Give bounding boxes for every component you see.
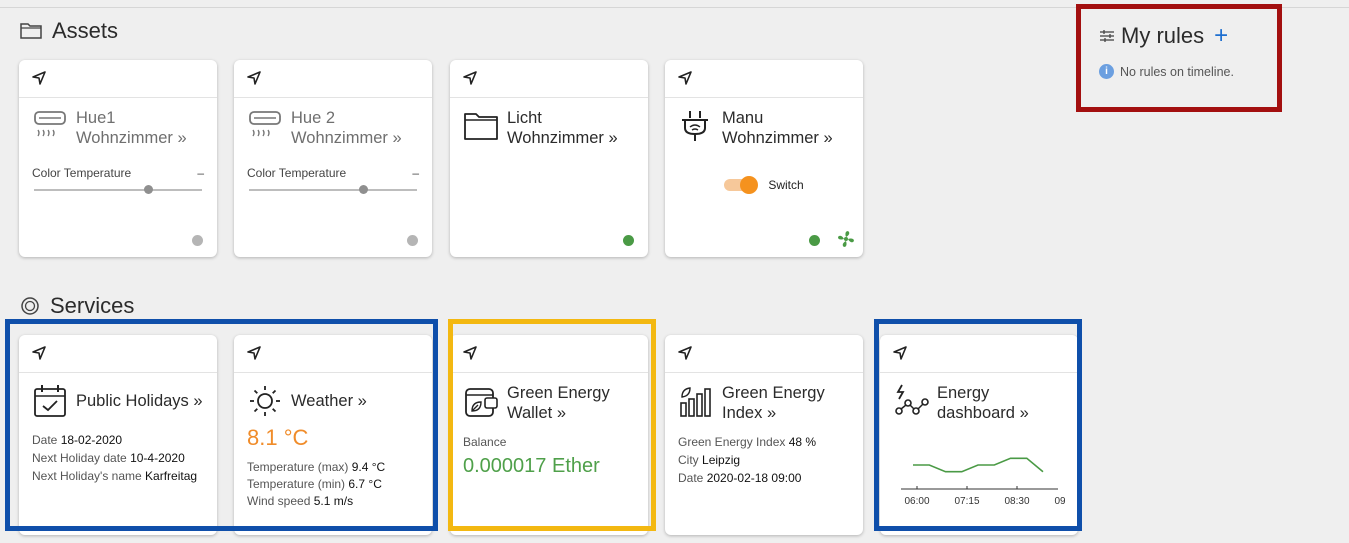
- info-outline-icon: [21, 297, 39, 315]
- control-value: –: [197, 166, 204, 180]
- asset-title[interactable]: Hue1 Wohnzimmer »: [76, 108, 187, 148]
- service-card-energy-dashboard[interactable]: Energydashboard » 06:00 07:15 08:30 09:45: [880, 335, 1078, 535]
- asset-title[interactable]: Licht Wohnzimmer »: [507, 108, 618, 148]
- sun-icon: [250, 386, 280, 416]
- switch-toggle[interactable]: Switch: [678, 176, 850, 194]
- temp-max-row: Temperature (max) 9.4 °C: [247, 460, 386, 474]
- x-tick-label: 06:00: [904, 496, 929, 507]
- holiday-date-row: Date 18-02-2020: [32, 433, 123, 447]
- smart-plug-icon: [682, 111, 708, 141]
- color-temperature-slider[interactable]: [247, 180, 419, 200]
- locate-arrow-icon[interactable]: [892, 345, 908, 361]
- asset-title[interactable]: Hue 2 Wohnzimmer »: [291, 108, 402, 148]
- current-temperature: 8.1 °C: [247, 425, 309, 450]
- status-dot: [623, 235, 634, 246]
- rules-title: My rules: [1121, 23, 1205, 48]
- services-section-title: Services: [20, 293, 134, 319]
- locate-arrow-icon[interactable]: [462, 345, 478, 361]
- service-card-green-energy-wallet[interactable]: Green Energy Wallet » Balance 0.000017 Et…: [450, 335, 648, 535]
- asset-card-manu[interactable]: Manu Wohnzimmer » Switch: [665, 60, 863, 257]
- status-dot: [407, 235, 418, 246]
- energy-mini-chart: 06:00 07:15 08:30 09:45: [901, 457, 1078, 507]
- energy-series-line: [913, 457, 1044, 473]
- energy-graph-icon: [895, 384, 929, 415]
- heater-icon: [249, 111, 281, 137]
- locate-arrow-icon[interactable]: [462, 70, 478, 86]
- date-row: Date 2020-02-18 09:00: [678, 471, 802, 485]
- service-title[interactable]: Energy dashboard »: [937, 383, 1029, 423]
- control-label: Color Temperature: [32, 166, 132, 180]
- service-title[interactable]: Green Energy Index »: [722, 383, 825, 423]
- control-label: Color Temperature: [247, 166, 347, 180]
- city-row: City Leipzig: [678, 453, 741, 467]
- index-row: Green Energy Index 48 %: [678, 435, 817, 449]
- rules-empty-text: No rules on timeline.: [1120, 64, 1234, 79]
- folder-icon: [464, 113, 498, 140]
- slider-thumb[interactable]: [144, 185, 154, 194]
- service-card-green-energy-index[interactable]: Green Energy Index » Green Energy Index 4…: [665, 335, 863, 535]
- balance-label: Balance: [463, 435, 507, 449]
- locate-arrow-icon[interactable]: [246, 345, 262, 361]
- control-value: –: [412, 166, 419, 180]
- x-tick-label: 07:15: [954, 496, 979, 507]
- assets-section-title: Assets: [20, 18, 118, 44]
- service-title[interactable]: Public Holidays »: [76, 391, 203, 411]
- balance-value: 0.000017 Ether: [463, 455, 600, 477]
- asset-card-hue2[interactable]: Hue 2 Wohnzimmer » Color Temperature –: [234, 60, 432, 257]
- service-title[interactable]: Green Energy Wallet »: [507, 383, 610, 423]
- folder-icon: [20, 23, 42, 39]
- my-rules-panel: My rules + i No rules on timeline.: [1099, 22, 1234, 79]
- locate-arrow-icon[interactable]: [677, 70, 693, 86]
- locate-arrow-icon[interactable]: [31, 345, 47, 361]
- slider-thumb[interactable]: [359, 185, 369, 194]
- info-icon: i: [1099, 64, 1114, 79]
- asset-title[interactable]: Manu Wohnzimmer »: [722, 108, 833, 148]
- service-title[interactable]: Weather »: [291, 391, 367, 411]
- status-dot: [809, 235, 820, 246]
- wind-speed-row: Wind speed 5.1 m/s: [247, 494, 354, 508]
- service-card-weather[interactable]: Weather » 8.1 °C Temperature (max) 9.4 °…: [234, 335, 432, 535]
- add-rule-button[interactable]: +: [1214, 22, 1228, 50]
- x-tick-label: 08:30: [1004, 496, 1029, 507]
- locate-arrow-icon[interactable]: [677, 345, 693, 361]
- calendar-check-icon: [34, 385, 66, 417]
- temp-min-row: Temperature (min) 6.7 °C: [247, 477, 382, 491]
- asset-card-licht[interactable]: Licht Wohnzimmer »: [450, 60, 648, 257]
- sliders-icon: [1100, 30, 1114, 42]
- next-holiday-date-row: Next Holiday date 10-4-2020: [32, 451, 185, 465]
- heater-icon: [34, 111, 66, 137]
- next-holiday-name-row: Next Holiday's name Karfreitag: [32, 469, 198, 483]
- energy-bars-icon: [680, 387, 711, 417]
- top-divider: [0, 7, 1349, 8]
- color-temperature-slider[interactable]: [32, 180, 204, 200]
- fan-icon: [838, 231, 854, 247]
- switch-label: Switch: [768, 178, 804, 192]
- wallet-leaf-icon: [465, 388, 498, 417]
- service-card-public-holidays[interactable]: Public Holidays » Date 18-02-2020 Next H…: [19, 335, 217, 535]
- x-tick-label: 09:45: [1054, 496, 1065, 507]
- locate-arrow-icon[interactable]: [31, 70, 47, 86]
- status-dot: [192, 235, 203, 246]
- locate-arrow-icon[interactable]: [246, 70, 262, 86]
- asset-card-hue1[interactable]: Hue1 Wohnzimmer » Color Temperature –: [19, 60, 217, 257]
